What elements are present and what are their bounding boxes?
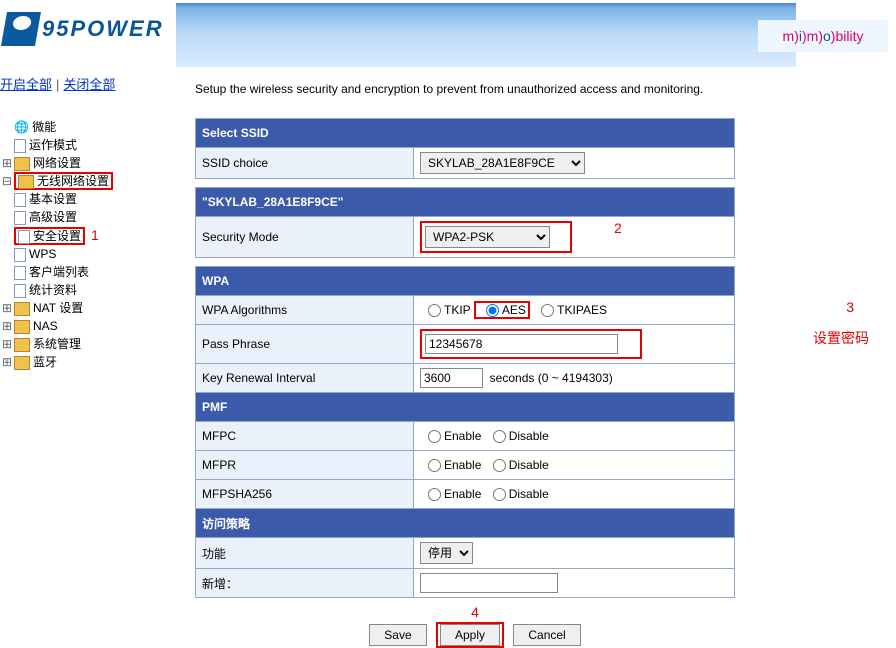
mfpc-label: MFPC: [196, 422, 414, 451]
ssid-choice-select[interactable]: SKYLAB_28A1E8F9CE: [420, 152, 585, 174]
tree-advanced[interactable]: 高级设置: [0, 208, 168, 226]
page-icon: [14, 211, 26, 225]
folder-icon: [14, 320, 30, 334]
policy-add-label: 新增：: [196, 569, 414, 598]
page-icon: [14, 284, 26, 298]
folder-icon: [14, 302, 30, 316]
mfpc-disable-radio[interactable]: [493, 430, 506, 443]
tree-bluetooth[interactable]: ⊞蓝牙: [0, 353, 168, 371]
folder-icon: [14, 356, 30, 370]
tree-nas[interactable]: ⊞NAS: [0, 317, 168, 335]
page-icon: [14, 139, 26, 153]
mfpsha-enable-radio[interactable]: [428, 488, 441, 501]
tree-nat[interactable]: ⊞NAT 设置: [0, 299, 168, 317]
logo: 95POWER: [4, 12, 164, 46]
tkipaes-label: TKIPAES: [557, 303, 607, 317]
plus-icon[interactable]: ⊞: [0, 299, 14, 317]
save-button[interactable]: Save: [369, 624, 426, 646]
header: 95POWER m)i)m)o)bility: [0, 0, 896, 68]
key-renewal-input[interactable]: [420, 368, 483, 388]
tree-system[interactable]: ⊞系统管理: [0, 335, 168, 353]
mfpr-enable-radio[interactable]: [428, 459, 441, 472]
policy-function-label: 功能: [196, 538, 414, 569]
plus-icon[interactable]: ⊞: [0, 353, 14, 371]
pmf-header: PMF: [196, 393, 735, 422]
expand-all-link[interactable]: 开启全部: [0, 77, 52, 92]
plus-icon[interactable]: ⊞: [0, 154, 14, 172]
annotation-3: 3: [846, 299, 854, 315]
select-ssid-header: Select SSID: [196, 119, 735, 148]
ssid-section-table: "SKYLAB_28A1E8F9CE" Security Mode WPA2-P…: [195, 187, 735, 258]
select-ssid-table: Select SSID SSID choice SKYLAB_28A1E8F9C…: [195, 118, 735, 179]
mfpc-enable-radio[interactable]: [428, 430, 441, 443]
tkip-radio[interactable]: [428, 304, 441, 317]
policy-add-input[interactable]: [420, 573, 558, 593]
folder-open-icon: [18, 175, 34, 189]
mfpsha-disable-radio[interactable]: [493, 488, 506, 501]
nav-tree: 🌐 微能 运作模式 ⊞网络设置 ⊟无线网络设置 基本设置 高级设置 安全设置1 …: [0, 118, 168, 371]
tree-network[interactable]: ⊞网络设置: [0, 154, 168, 172]
mimobility-logo: m)i)m)o)bility: [758, 20, 888, 52]
passphrase-label: Pass Phrase: [196, 325, 414, 364]
wpa-algorithms-label: WPA Algorithms: [196, 296, 414, 325]
banner: [176, 3, 796, 67]
wpa-table: WPA WPA Algorithms TKIP AES TKIPAES 3 Pa…: [195, 266, 735, 598]
collapse-all-link[interactable]: 关闭全部: [63, 77, 115, 92]
tkipaes-radio[interactable]: [541, 304, 554, 317]
page-icon: [14, 193, 26, 207]
wpa-header: WPA: [196, 267, 735, 296]
minus-icon[interactable]: ⊟: [0, 172, 14, 190]
tkip-label: TKIP: [444, 303, 470, 317]
key-renewal-suffix: seconds (0 ~ 4194303): [490, 371, 613, 385]
plus-icon[interactable]: ⊞: [0, 317, 14, 335]
folder-icon: [14, 338, 30, 352]
tree-clients[interactable]: 客户端列表: [0, 263, 168, 281]
aes-label: AES: [502, 303, 526, 317]
passphrase-input[interactable]: [425, 334, 618, 354]
page-icon: [14, 266, 26, 280]
security-mode-label: Security Mode: [196, 217, 414, 258]
policy-function-select[interactable]: 停用: [420, 542, 473, 564]
policy-header: 访问策略: [196, 509, 735, 538]
aes-radio[interactable]: [486, 304, 499, 317]
mfpsha-label: MFPSHA256: [196, 480, 414, 509]
tree-basic[interactable]: 基本设置: [0, 190, 168, 208]
logo-text: 95POWER: [42, 16, 164, 42]
security-mode-select[interactable]: WPA2-PSK: [425, 226, 550, 248]
logo-mark-icon: [1, 12, 41, 46]
ssid-choice-label: SSID choice: [196, 148, 414, 179]
apply-button[interactable]: Apply: [440, 624, 500, 646]
annotation-2: 2: [614, 220, 622, 236]
plus-icon[interactable]: ⊞: [0, 335, 14, 353]
folder-icon: [14, 157, 30, 171]
tree-stats[interactable]: 统计资料: [0, 281, 168, 299]
tree-root[interactable]: 🌐 微能: [0, 118, 168, 136]
page-icon: [18, 230, 30, 244]
main-content: Setup the wireless security and encrypti…: [195, 82, 755, 648]
tree-operation-mode[interactable]: 运作模式: [0, 136, 168, 154]
page-description: Setup the wireless security and encrypti…: [195, 82, 755, 96]
ssid-section-header: "SKYLAB_28A1E8F9CE": [196, 188, 735, 217]
tree-security[interactable]: 安全设置1: [0, 226, 168, 245]
cancel-button[interactable]: Cancel: [513, 624, 580, 646]
annotation-4: 4: [195, 604, 755, 620]
mfpr-disable-radio[interactable]: [493, 459, 506, 472]
tree-wps[interactable]: WPS: [0, 245, 168, 263]
page-icon: [14, 248, 26, 262]
annotation-password: 设置密码: [813, 328, 869, 348]
mfpr-label: MFPR: [196, 451, 414, 480]
tree-wireless[interactable]: ⊟无线网络设置: [0, 172, 168, 190]
key-renewal-label: Key Renewal Interval: [196, 364, 414, 393]
